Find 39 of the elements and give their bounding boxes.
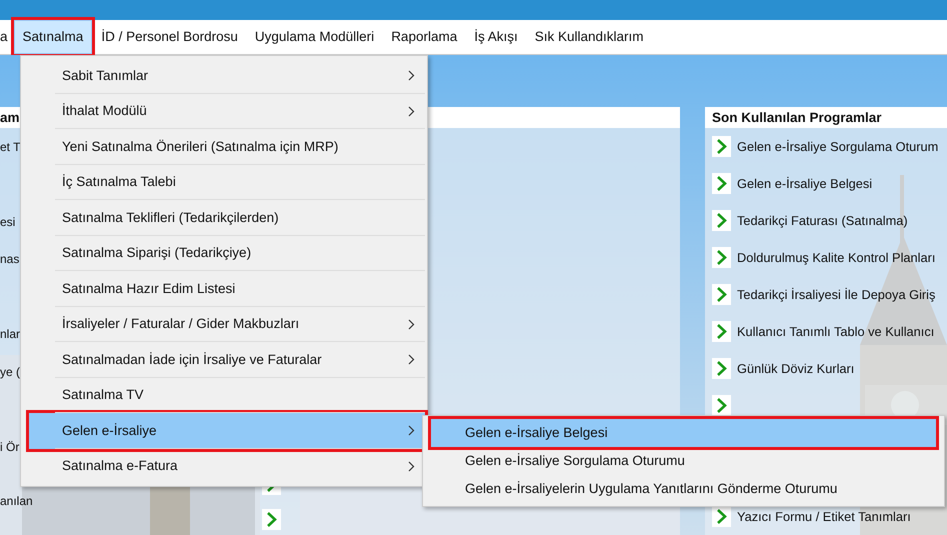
- menu-item[interactable]: İç Satınalma Talebi: [29, 164, 425, 200]
- recent-program-link[interactable]: Günlük Döviz Kurları: [737, 358, 854, 378]
- menu-item[interactable]: Uygulama Modülleri: [246, 20, 382, 54]
- panel-title: Son Kullanılan Programlar: [705, 107, 947, 128]
- program-item[interactable]: ye (: [0, 362, 20, 381]
- program-item[interactable]: i Ör: [0, 438, 20, 456]
- menu-item[interactable]: Satınalma Hazır Edim Listesi: [29, 271, 425, 306]
- menu-item[interactable]: a: [0, 20, 8, 54]
- program-item[interactable]: nas: [0, 250, 20, 268]
- recent-program-link[interactable]: Gelen e-İrsaliye Belgesi: [737, 174, 872, 194]
- menu-item[interactable]: Gelen e-İrsaliyelerin Uygulama Yanıtlarını Gönderme Oturumu: [431, 475, 936, 503]
- menu-item[interactable]: Raporlama: [383, 20, 466, 54]
- menu-item[interactable]: Gelen e-İrsaliye: [29, 413, 425, 448]
- menu-item[interactable]: Sabit Tanımlar: [29, 58, 425, 94]
- recent-program-link[interactable]: Kullanıcı Tanımlı Tablo ve Kullanıcı: [737, 322, 934, 342]
- program-item[interactable]: et T: [0, 138, 20, 156]
- menu-item[interactable]: Gelen e-İrsaliye Sorgulama Oturumu: [431, 447, 936, 475]
- recent-program-link[interactable]: Gelen e-İrsaliye Sorgulama Oturum: [737, 136, 938, 156]
- menu-item[interactable]: İD / Personel Bordrosu: [93, 20, 246, 54]
- menu-item[interactable]: Satınalma e-Fatura: [29, 448, 425, 484]
- recent-program-link[interactable]: Yazıcı Formu / Etiket Tanımları: [737, 506, 911, 526]
- menu-item[interactable]: Satınalma: [14, 20, 92, 54]
- menu-item[interactable]: Yeni Satınalma Önerileri (Satınalma için MRP): [29, 129, 425, 164]
- menu-item[interactable]: Satınalma Teklifleri (Tedarikçilerden): [29, 200, 425, 236]
- menu-item[interactable]: Satınalma TV: [29, 378, 425, 413]
- menu-item[interactable]: Sık Kullandıklarım: [526, 20, 652, 54]
- menu-item[interactable]: İthalat Modülü: [29, 94, 425, 129]
- program-item[interactable]: esi: [0, 212, 16, 231]
- program-item[interactable]: anılan: [0, 492, 33, 510]
- program-item[interactable]: nlar: [0, 325, 20, 344]
- recent-program-link[interactable]: Tedarikçi Faturası (Satınalma): [737, 210, 908, 230]
- menu-item[interactable]: Satınalmadan İade için İrsaliye ve Faturalar: [29, 342, 425, 378]
- menu-item[interactable]: Gelen e-İrsaliye Belgesi: [431, 419, 936, 447]
- recent-program-link[interactable]: Tedarikçi İrsaliyesi İle Depoya Giriş: [737, 284, 936, 304]
- panel-title: am: [0, 107, 22, 128]
- recent-program-link[interactable]: Doldurulmuş Kalite Kontrol Planları: [737, 248, 936, 268]
- menu-item[interactable]: İş Akışı: [466, 20, 526, 54]
- menu-item[interactable]: İrsaliyeler / Faturalar / Gider Makbuzları: [29, 306, 425, 342]
- menu-item[interactable]: Satınalma Siparişi (Tedarikçiye): [29, 236, 425, 271]
